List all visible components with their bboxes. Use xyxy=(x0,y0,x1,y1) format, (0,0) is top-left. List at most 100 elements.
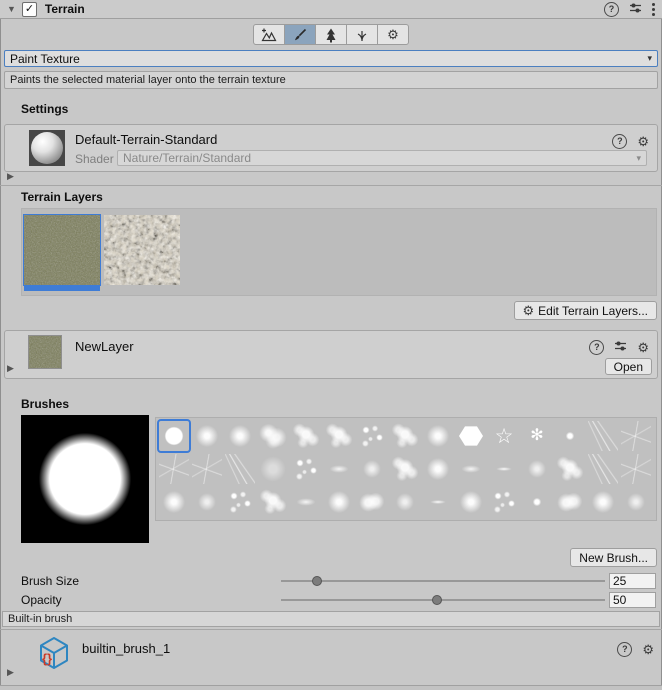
builtin-brush-bar-label: Built-in brush xyxy=(8,613,72,625)
tool-terrain-settings[interactable]: ⚙ xyxy=(377,24,409,45)
brush-thumbnail-splat[interactable] xyxy=(555,454,585,484)
help-icon[interactable]: ? xyxy=(617,642,632,657)
component-title: Terrain xyxy=(45,2,598,16)
brush-thumbnail-faint[interactable] xyxy=(258,454,288,484)
builtin-brush-foldout-icon[interactable]: ▶ xyxy=(7,668,14,677)
brush-size-field[interactable] xyxy=(609,573,656,589)
brush-thumbnail-scratch[interactable] xyxy=(588,454,618,484)
brush-thumbnail-disc[interactable] xyxy=(159,421,189,451)
terrain-layer-asset-box: NewLayer ? ⚙ Open xyxy=(4,330,658,379)
brush-thumbnail-soft2[interactable] xyxy=(621,487,651,517)
brush-thumbnail-dots[interactable] xyxy=(291,454,321,484)
component-enabled-checkbox[interactable]: ✓ xyxy=(22,2,37,17)
brush-thumbnail-soft2[interactable] xyxy=(390,487,420,517)
gear-icon: ⚙ xyxy=(387,28,399,41)
inspector-header: ▼ ✓ Terrain ? xyxy=(0,0,662,19)
brush-thumbnail-splat[interactable] xyxy=(324,421,354,451)
brush-size-slider-thumb[interactable] xyxy=(312,576,322,586)
tool-paint-details[interactable] xyxy=(346,24,378,45)
brush-grid: ☆✻ xyxy=(155,417,657,521)
brush-thumbnail-splat[interactable] xyxy=(390,421,420,451)
opacity-field[interactable] xyxy=(609,592,656,608)
shader-label: Shader xyxy=(75,152,114,166)
component-foldout-icon[interactable]: ▼ xyxy=(7,5,16,14)
shader-dropdown[interactable]: Nature/Terrain/Standard ▾ xyxy=(117,150,647,166)
brush-thumbnail-cloud[interactable] xyxy=(555,487,585,517)
tool-create-neighbor-terrains[interactable] xyxy=(253,24,285,45)
opacity-slider[interactable] xyxy=(281,593,605,607)
material-foldout-icon[interactable]: ▶ xyxy=(7,172,14,181)
brush-thumbnail-streak[interactable] xyxy=(291,487,321,517)
tool-paint-terrain[interactable] xyxy=(284,24,316,45)
brush-thumbnail-star-outline[interactable]: ☆ xyxy=(489,421,519,451)
open-button-label: Open xyxy=(614,360,643,374)
brush-thumbnail-soft[interactable] xyxy=(324,487,354,517)
brush-thumbnail-soft2[interactable] xyxy=(192,487,222,517)
brush-thumbnail-mottle[interactable] xyxy=(258,421,288,451)
brush-thumbnail-streak[interactable] xyxy=(456,454,486,484)
brush-thumbnail-soft2[interactable] xyxy=(357,454,387,484)
brush-thumbnail-soft[interactable] xyxy=(192,421,222,451)
preset-icon[interactable] xyxy=(614,340,627,355)
builtin-brush-asset-name: builtin_brush_1 xyxy=(82,641,170,656)
gear-icon[interactable]: ⚙ xyxy=(637,341,649,354)
chevron-down-icon: ▾ xyxy=(636,153,641,164)
material-preview-thumbnail[interactable] xyxy=(29,130,65,166)
layer-asset-thumbnail[interactable] xyxy=(29,336,61,368)
brush-thumbnail-scratch[interactable] xyxy=(588,421,618,451)
brush-thumbnail-twigs[interactable] xyxy=(159,454,189,484)
layer-foldout-icon[interactable]: ▶ xyxy=(7,364,14,373)
brush-thumbnail-soft[interactable] xyxy=(225,421,255,451)
brush-thumbnail-dots[interactable] xyxy=(489,487,519,517)
separator xyxy=(0,629,662,630)
brush-thumbnail-dots[interactable] xyxy=(357,421,387,451)
terrain-layer-thumbnail-grass[interactable] xyxy=(24,215,100,291)
gear-icon[interactable]: ⚙ xyxy=(637,135,649,148)
brush-thumbnail-dots[interactable] xyxy=(225,487,255,517)
paint-mode-dropdown[interactable]: Paint Texture ▾ xyxy=(4,50,658,67)
brush-thumbnail-burst[interactable]: ✻ xyxy=(522,421,552,451)
help-icon[interactable]: ? xyxy=(589,340,604,355)
brush-thumbnail-splat[interactable] xyxy=(291,421,321,451)
gear-icon[interactable]: ⚙ xyxy=(642,643,654,656)
brush-thumbnail-twigs[interactable] xyxy=(192,454,222,484)
brush-thumbnail-scratch[interactable] xyxy=(225,454,255,484)
new-brush-button[interactable]: New Brush... xyxy=(570,548,657,567)
brush-thumbnail-twigs[interactable] xyxy=(621,421,651,451)
selected-layer-indicator xyxy=(24,286,100,291)
brush-thumbnail-splat[interactable] xyxy=(390,454,420,484)
brush-thumbnail-hexagon[interactable] xyxy=(456,421,486,451)
brush-thumbnail-dash[interactable] xyxy=(489,454,519,484)
opacity-slider-track[interactable] xyxy=(281,599,605,601)
brush-thumbnail-soft[interactable] xyxy=(423,421,453,451)
brush-thumbnail-splat[interactable] xyxy=(258,487,288,517)
brush-thumbnail-soft[interactable] xyxy=(423,454,453,484)
context-menu-icon[interactable] xyxy=(652,3,655,16)
preset-icon[interactable] xyxy=(629,2,642,17)
open-layer-button[interactable]: Open xyxy=(605,358,652,375)
chevron-down-icon: ▾ xyxy=(647,53,652,64)
terrain-layer-thumbnail-rock[interactable] xyxy=(104,215,180,291)
window-footer xyxy=(0,685,662,690)
opacity-slider-thumb[interactable] xyxy=(432,595,442,605)
tool-paint-trees[interactable] xyxy=(315,24,347,45)
gear-icon: ⚙ xyxy=(523,304,535,317)
edit-terrain-layers-button[interactable]: ⚙ Edit Terrain Layers... xyxy=(514,301,657,320)
help-icon[interactable]: ? xyxy=(612,134,627,149)
brush-thumbnail-streak[interactable] xyxy=(324,454,354,484)
brush-thumbnail-soft[interactable] xyxy=(159,487,189,517)
brush-thumbnail-dot-small[interactable] xyxy=(522,487,552,517)
help-icon[interactable]: ? xyxy=(604,2,619,17)
brush-thumbnail-soft[interactable] xyxy=(456,487,486,517)
brush-thumbnail-cloud[interactable] xyxy=(357,487,387,517)
helpbox-text: Paints the selected material layer onto … xyxy=(10,74,286,86)
grass-details-icon xyxy=(354,27,370,43)
material-name: Default-Terrain-Standard xyxy=(75,132,217,147)
brush-size-slider-track[interactable] xyxy=(281,580,605,582)
brush-thumbnail-soft[interactable] xyxy=(588,487,618,517)
brush-thumbnail-dash[interactable] xyxy=(423,487,453,517)
brush-size-slider[interactable] xyxy=(281,574,605,588)
brush-thumbnail-soft2[interactable] xyxy=(522,454,552,484)
brush-thumbnail-twigs[interactable] xyxy=(621,454,651,484)
brush-thumbnail-dot-small[interactable] xyxy=(555,421,585,451)
